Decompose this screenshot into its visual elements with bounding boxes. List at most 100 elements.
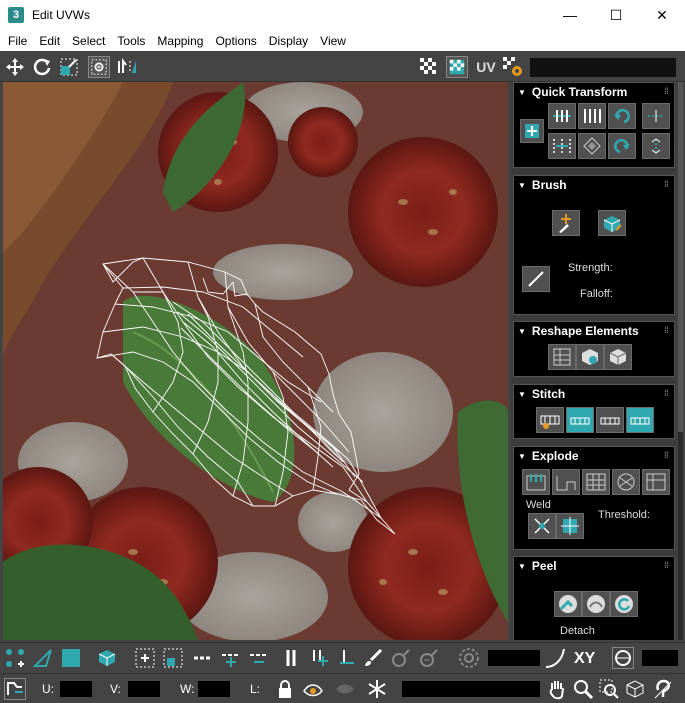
move-icon[interactable] (4, 56, 26, 78)
stitch-custom-button[interactable] (536, 407, 564, 433)
stitch-to-source-button[interactable] (566, 407, 594, 433)
weld-selected-button[interactable] (528, 513, 556, 539)
vertex-mode-icon[interactable] (4, 647, 26, 669)
absolute-offset-icon[interactable] (4, 678, 26, 700)
map-settings-icon[interactable] (502, 56, 524, 78)
visibility-icon[interactable] (334, 678, 356, 700)
falloff-curve-icon[interactable] (544, 647, 566, 669)
loop-shrink-icon[interactable] (192, 647, 214, 669)
face-mode-icon[interactable] (60, 647, 82, 669)
drag-grip-icon[interactable]: ⁞⁞ (664, 179, 669, 189)
stitch-header[interactable]: ▼ Stitch ⁞⁞ (514, 385, 674, 403)
u-value-field[interactable] (60, 681, 92, 697)
paint-select-icon[interactable] (362, 647, 384, 669)
grow-selection-icon[interactable] (134, 647, 156, 669)
rotate-icon[interactable] (31, 56, 53, 78)
paint-move-button[interactable] (552, 210, 580, 236)
pivot-button[interactable] (520, 119, 544, 143)
peel-header[interactable]: ▼ Peel ⁞⁞ (514, 557, 674, 575)
weld-target-button[interactable] (556, 513, 584, 539)
paint-grow-icon[interactable] (390, 647, 412, 669)
filter-field[interactable] (402, 681, 540, 697)
uv-viewport[interactable] (3, 82, 508, 640)
drag-grip-icon[interactable]: ⁞⁞ (664, 325, 669, 335)
space-vertical-top-button[interactable] (642, 103, 670, 129)
stitch-to-target-button[interactable] (626, 407, 654, 433)
peel-mode-button[interactable] (582, 591, 610, 617)
maximize-button[interactable]: ☐ (593, 0, 639, 30)
stitch-average-button[interactable] (596, 407, 624, 433)
flatten-by-polygon-button[interactable] (582, 469, 610, 495)
scale-icon[interactable] (58, 56, 80, 78)
menu-select[interactable]: Select (66, 34, 111, 48)
ring-grow-icon[interactable] (308, 647, 330, 669)
relax-until-flat-button[interactable] (576, 344, 604, 370)
break-button[interactable] (522, 469, 550, 495)
flatten-by-smoothing-button[interactable] (612, 469, 640, 495)
minimize-button[interactable]: — (547, 0, 593, 30)
v-value-field[interactable] (128, 681, 160, 697)
edge-mode-icon[interactable] (32, 647, 54, 669)
mirror-icon[interactable] (116, 56, 138, 78)
soft-selection-value[interactable] (488, 650, 540, 666)
ring-minus-icon[interactable] (336, 647, 358, 669)
menu-file[interactable]: File (2, 34, 33, 48)
reset-peel-button[interactable] (610, 591, 638, 617)
brush-header[interactable]: ▼ Brush ⁞⁞ (514, 176, 674, 194)
brush-size-button[interactable] (522, 266, 550, 292)
drag-grip-icon[interactable]: ⁞⁞ (664, 450, 669, 460)
quick-transform-header[interactable]: ▼ Quick Transform ⁞⁞ (514, 83, 674, 101)
edge-distance-value[interactable] (642, 650, 678, 666)
uv-mesh-wireframe[interactable] (3, 82, 508, 640)
menu-tools[interactable]: Tools (111, 34, 151, 48)
rotate-ccw-button[interactable] (608, 103, 636, 129)
loop-grow-icon[interactable] (220, 647, 242, 669)
snap-icon[interactable] (652, 678, 674, 700)
xy-space-toggle[interactable]: XY (574, 650, 595, 668)
menu-display[interactable]: Display (263, 34, 314, 48)
checker-pattern-icon[interactable] (418, 56, 440, 78)
drag-grip-icon[interactable]: ⁞⁞ (664, 86, 669, 96)
paint-shrink-icon[interactable] (418, 647, 440, 669)
w-value-field[interactable] (198, 681, 230, 697)
freeform-icon[interactable] (88, 56, 110, 78)
menu-edit[interactable]: Edit (33, 34, 66, 48)
align-to-edge-button[interactable] (578, 133, 606, 159)
element-mode-icon[interactable] (96, 647, 118, 669)
freeze-icon[interactable] (366, 678, 388, 700)
rotate-cw-button[interactable] (608, 133, 636, 159)
zoom-extents-icon[interactable] (624, 678, 646, 700)
relax-button[interactable] (604, 344, 632, 370)
drag-grip-icon[interactable]: ⁞⁞ (664, 388, 669, 398)
explode-header[interactable]: ▼ Explode ⁞⁞ (514, 447, 674, 465)
menu-options[interactable]: Options (209, 34, 262, 48)
lock-icon[interactable] (274, 678, 296, 700)
menu-mapping[interactable]: Mapping (151, 34, 209, 48)
relax-brush-button[interactable] (598, 210, 626, 236)
texture-dropdown[interactable] (530, 58, 676, 77)
quick-peel-button[interactable] (554, 591, 582, 617)
align-vertical-button[interactable] (578, 103, 606, 129)
space-vertical-bottom-button[interactable] (642, 133, 670, 159)
pan-hand-icon[interactable] (546, 678, 568, 700)
panel-scroll-thumb[interactable] (678, 82, 683, 432)
close-button[interactable]: ✕ (639, 0, 685, 30)
drag-grip-icon[interactable]: ⁞⁞ (664, 560, 669, 570)
space-horizontal-button[interactable] (548, 133, 576, 159)
soft-selection-icon[interactable] (458, 647, 480, 669)
detach-edge-button[interactable] (552, 469, 580, 495)
flatten-by-material-button[interactable] (642, 469, 670, 495)
hide-icon[interactable] (302, 678, 324, 700)
align-horizontal-button[interactable] (548, 103, 576, 129)
shrink-selection-icon[interactable] (162, 647, 184, 669)
ring-icon[interactable] (280, 647, 302, 669)
straighten-button[interactable] (548, 344, 576, 370)
menu-view[interactable]: View (314, 34, 352, 48)
texture-map-icon[interactable] (446, 56, 468, 78)
ring-shrink-icon[interactable] (248, 647, 270, 669)
zoom-icon[interactable] (572, 678, 594, 700)
zoom-region-icon[interactable] (598, 678, 620, 700)
uv-toggle-button[interactable]: UV (474, 56, 498, 78)
edge-distance-icon[interactable] (612, 647, 634, 669)
reshape-elements-header[interactable]: ▼ Reshape Elements ⁞⁞ (514, 322, 674, 340)
